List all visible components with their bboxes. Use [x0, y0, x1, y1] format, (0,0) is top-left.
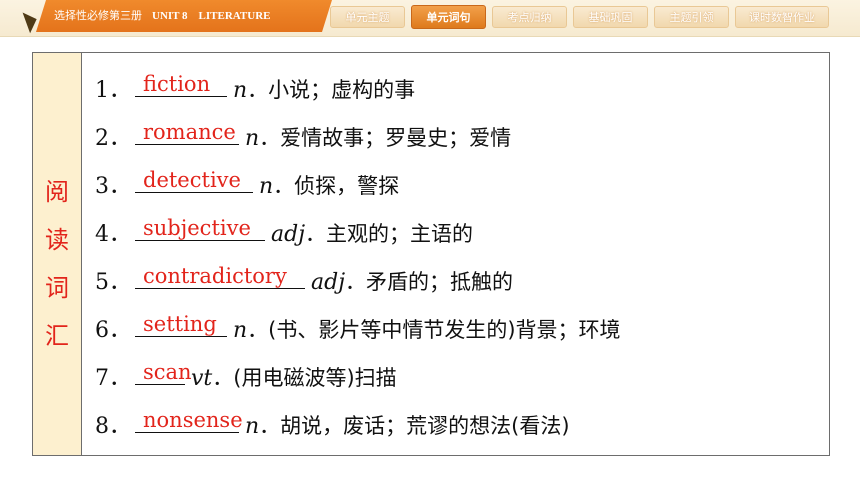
- part-of-speech: n: [259, 174, 274, 199]
- vocab-row: 4． subjective adj．主观的；主语的: [95, 216, 474, 250]
- definition: ．侦探，警探: [273, 174, 400, 198]
- definition: ．(书、影片等中情节发生的)背景；环境: [247, 318, 621, 342]
- answer-blank: detective: [135, 168, 253, 193]
- vocab-row: 1． fiction n．小说；虚构的事: [95, 72, 416, 106]
- answer-word: fiction: [143, 72, 211, 96]
- tab-unit-vocabulary[interactable]: 单元词句: [411, 5, 486, 29]
- item-number: 7．: [95, 366, 131, 391]
- part-of-speech: n: [245, 414, 260, 439]
- item-number: 3．: [95, 174, 131, 199]
- answer-word: subjective: [143, 216, 251, 240]
- part-of-speech: adj: [311, 270, 346, 295]
- answer-word: detective: [143, 168, 241, 192]
- answer-word: contradictory: [143, 264, 287, 288]
- section-label-char: 阅: [45, 178, 69, 206]
- section-label: 阅 读 词 汇: [33, 53, 82, 455]
- answer-blank: romance: [135, 120, 239, 145]
- tab-homework[interactable]: 课时数智作业: [735, 6, 829, 28]
- item-number: 6．: [95, 318, 131, 343]
- item-number: 4．: [95, 222, 131, 247]
- vocab-row: 6． setting n．(书、影片等中情节发生的)背景；环境: [95, 312, 621, 346]
- part-of-speech: n: [245, 126, 260, 151]
- breadcrumb: 选择性必修第三册 UNIT 8 LITERATURE: [36, 0, 332, 32]
- answer-word: romance: [143, 120, 236, 144]
- definition: ．小说；虚构的事: [247, 78, 416, 102]
- section-label-char: 词: [45, 274, 69, 302]
- answer-blank: contradictory: [135, 264, 305, 289]
- item-number: 5．: [95, 270, 131, 295]
- definition: ．爱情故事；罗曼史；爱情: [259, 126, 512, 150]
- answer-blank: fiction: [135, 72, 227, 97]
- definition: ．主观的；主语的: [305, 222, 474, 246]
- section-label-char: 汇: [45, 322, 69, 350]
- definition: ．矛盾的；抵触的: [345, 270, 514, 294]
- answer-word: nonsense: [143, 408, 243, 432]
- section-label-char: 读: [45, 226, 69, 254]
- tab-basic-practice[interactable]: 基础巩固: [573, 6, 648, 28]
- answer-blank: subjective: [135, 216, 265, 241]
- top-banner: 选择性必修第三册 UNIT 8 LITERATURE 单元主题 单元词句 考点归纳…: [0, 0, 860, 37]
- answer-blank: nonsense: [135, 409, 243, 433]
- tab-key-points[interactable]: 考点归纳: [492, 6, 567, 28]
- vocabulary-table: 阅 读 词 汇 1． fiction n．小说；虚构的事 2． romance n．爱情…: [32, 52, 830, 456]
- vocab-row: 5． contradictory adj．矛盾的；抵触的: [95, 264, 514, 298]
- answer-word: setting: [143, 312, 217, 336]
- tab-unit-theme[interactable]: 单元主题: [330, 6, 405, 28]
- answer-blank: setting: [135, 312, 227, 337]
- definition: ．胡说，废话；荒谬的想法(看法): [259, 414, 570, 438]
- vocab-row: 3． detective n．侦探，警探: [95, 168, 400, 202]
- part-of-speech: n: [233, 78, 248, 103]
- item-number: 1．: [95, 78, 131, 103]
- item-number: 8．: [95, 414, 131, 439]
- answer-blank: scan: [135, 361, 192, 385]
- vocab-row: 2． romance n．爱情故事；罗曼史；爱情: [95, 120, 512, 154]
- vocab-row: 8． nonsense n．胡说，废话；荒谬的想法(看法): [95, 409, 570, 442]
- answer-word: scan: [143, 360, 192, 384]
- part-of-speech: n: [233, 318, 248, 343]
- breadcrumb-unit: UNIT 8 LITERATURE: [152, 10, 271, 22]
- item-number: 2．: [95, 126, 131, 151]
- definition: ．(用电磁波等)扫描: [212, 366, 397, 390]
- tab-theme-guide[interactable]: 主题引领: [654, 6, 729, 28]
- vocab-row: 7． scan vt．(用电磁波等)扫描: [95, 361, 397, 394]
- breadcrumb-book: 选择性必修第三册: [54, 9, 142, 22]
- part-of-speech: adj: [271, 222, 306, 247]
- part-of-speech: vt: [191, 366, 213, 391]
